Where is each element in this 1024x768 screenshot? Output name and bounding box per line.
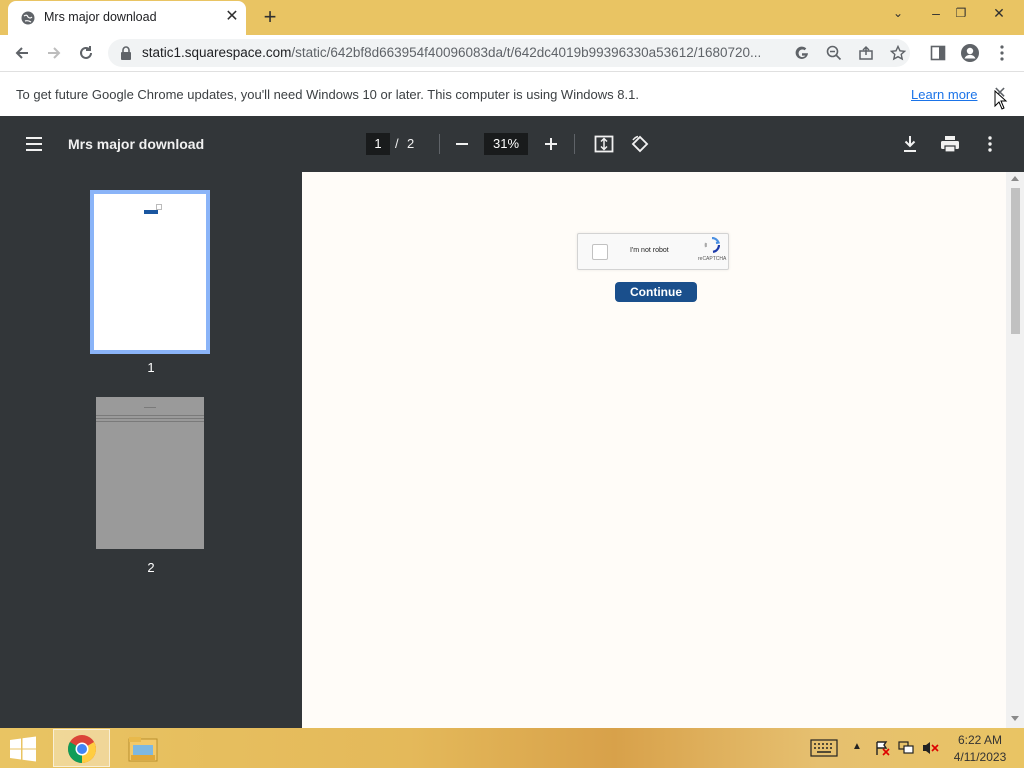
fit-page-icon[interactable] bbox=[592, 132, 616, 156]
sidebar-menu-icon[interactable] bbox=[24, 134, 44, 154]
tab-title: Mrs major download bbox=[44, 10, 157, 24]
pdf-toolbar: Mrs major download 1 / 2 31% bbox=[0, 116, 1024, 172]
document-viewport[interactable]: I'm not robot reCAPTCHA Continue bbox=[302, 172, 1024, 728]
tab-close-icon[interactable]: ✕ bbox=[224, 9, 240, 25]
rotate-icon[interactable] bbox=[628, 132, 652, 156]
minimize-icon[interactable]: – bbox=[926, 3, 946, 23]
thumbnail-label-1: 1 bbox=[147, 360, 155, 375]
clock-time[interactable]: 6:22 AM bbox=[957, 733, 1003, 747]
zoom-level-input[interactable]: 31% bbox=[484, 133, 528, 155]
lock-icon[interactable] bbox=[120, 46, 132, 60]
action-center-flag-icon[interactable] bbox=[874, 740, 890, 756]
taskbar-file-explorer[interactable] bbox=[120, 729, 166, 767]
folder-icon bbox=[128, 737, 158, 762]
bookmark-star-icon[interactable] bbox=[886, 41, 910, 65]
learn-more-link[interactable]: Learn more bbox=[911, 87, 977, 102]
recaptcha-brand: reCAPTCHA bbox=[698, 256, 727, 262]
volume-muted-icon[interactable] bbox=[921, 740, 939, 756]
update-infobar: To get future Google Chrome updates, you… bbox=[0, 71, 1024, 116]
mouse-cursor-icon bbox=[994, 90, 1008, 110]
recaptcha-label: I'm not robot bbox=[630, 247, 669, 254]
show-hidden-icons-icon[interactable]: ▲ bbox=[852, 741, 862, 752]
tab-search-icon[interactable]: ⌄ bbox=[888, 3, 908, 23]
side-panel-icon[interactable] bbox=[926, 41, 950, 65]
pdf-more-icon[interactable] bbox=[978, 132, 1002, 156]
thumbnail-button-mark bbox=[144, 210, 158, 214]
page-thumbnail-2[interactable] bbox=[96, 397, 204, 549]
page-number-input[interactable]: 1 bbox=[366, 133, 390, 155]
browser-tab[interactable]: Mrs major download ✕ bbox=[8, 1, 246, 35]
vertical-scrollbar[interactable] bbox=[1006, 172, 1024, 728]
zoom-out-icon[interactable] bbox=[822, 41, 846, 65]
globe-icon bbox=[21, 11, 35, 25]
thumbnail-label-2: 2 bbox=[147, 560, 155, 575]
chrome-menu-icon[interactable] bbox=[990, 41, 1014, 65]
recaptcha-logo-icon bbox=[704, 237, 720, 253]
new-tab-icon[interactable]: + bbox=[260, 6, 280, 28]
forward-icon[interactable] bbox=[42, 41, 66, 65]
back-icon[interactable] bbox=[10, 41, 34, 65]
pdf-title: Mrs major download bbox=[68, 136, 205, 152]
pdf-page: I'm not robot reCAPTCHA Continue bbox=[302, 172, 1006, 728]
thumbnail-line bbox=[96, 415, 204, 416]
taskbar-chrome-app[interactable] bbox=[53, 729, 110, 767]
title-bar: Mrs major download ✕ + ⌄ – ❐ ✕ bbox=[0, 0, 1024, 35]
google-icon[interactable] bbox=[790, 41, 814, 65]
touch-keyboard-icon[interactable] bbox=[810, 739, 838, 757]
clock-date[interactable]: 4/11/2023 bbox=[950, 750, 1010, 764]
chrome-logo-icon bbox=[68, 735, 96, 763]
thumbnail-line bbox=[96, 418, 204, 419]
recaptcha-checkbox[interactable] bbox=[592, 244, 608, 260]
download-icon[interactable] bbox=[898, 132, 922, 156]
scroll-up-arrow-icon[interactable] bbox=[1011, 176, 1019, 181]
toolbar-divider bbox=[439, 134, 440, 154]
zoom-out-button[interactable] bbox=[450, 132, 474, 156]
page-separator: / bbox=[395, 136, 399, 151]
print-icon[interactable] bbox=[938, 132, 962, 156]
scrollbar-thumb[interactable] bbox=[1011, 188, 1020, 334]
thumbnail-sidebar: 1 2 bbox=[0, 172, 302, 728]
network-icon[interactable] bbox=[898, 740, 914, 756]
address-bar[interactable]: static1.squarespace.com/static/642bf8d66… bbox=[108, 39, 910, 67]
thumbnail-line bbox=[144, 407, 156, 408]
thumbnail-line bbox=[96, 421, 204, 422]
browser-toolbar: static1.squarespace.com/static/642bf8d66… bbox=[0, 35, 1024, 71]
window-close-icon[interactable]: ✕ bbox=[989, 3, 1009, 23]
zoom-in-button[interactable] bbox=[539, 132, 563, 156]
recaptcha-widget[interactable]: I'm not robot reCAPTCHA bbox=[577, 233, 729, 270]
scroll-down-arrow-icon[interactable] bbox=[1011, 716, 1019, 721]
page-thumbnail-1[interactable] bbox=[90, 190, 210, 354]
share-icon[interactable] bbox=[854, 41, 878, 65]
windows-start-icon[interactable] bbox=[8, 736, 38, 762]
restore-icon[interactable]: ❐ bbox=[951, 3, 971, 23]
toolbar-divider bbox=[574, 134, 575, 154]
infobar-message: To get future Google Chrome updates, you… bbox=[16, 87, 639, 102]
windows-taskbar: ▲ 6:22 AM 4/11/2023 bbox=[0, 728, 1024, 768]
profile-avatar-icon[interactable] bbox=[958, 41, 982, 65]
url-text[interactable]: static1.squarespace.com/static/642bf8d66… bbox=[142, 45, 782, 60]
reload-icon[interactable] bbox=[74, 41, 98, 65]
page-total: 2 bbox=[407, 136, 415, 151]
continue-button[interactable]: Continue bbox=[615, 282, 697, 302]
